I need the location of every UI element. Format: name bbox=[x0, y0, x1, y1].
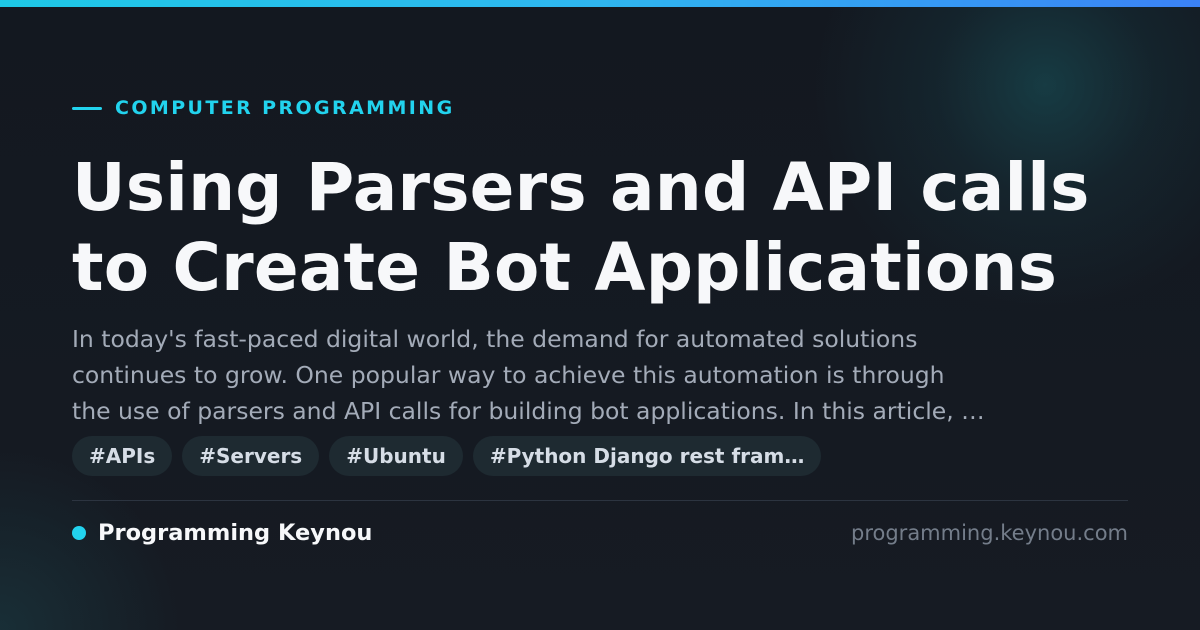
brand-dot-icon bbox=[72, 526, 86, 540]
tag-python-django[interactable]: #Python Django rest fram… bbox=[472, 436, 822, 476]
tag-ubuntu[interactable]: #Ubuntu bbox=[329, 436, 463, 476]
accent-top-bar bbox=[0, 0, 1200, 7]
article-excerpt: In today's fast-paced digital world, the… bbox=[72, 325, 985, 425]
site-domain[interactable]: programming.keynou.com bbox=[851, 518, 1128, 548]
tag-servers[interactable]: #Servers bbox=[182, 436, 320, 476]
tag-list: #APIs #Servers #Ubuntu #Python Django re… bbox=[72, 436, 822, 476]
article-title: Using Parsers and API calls to Create Bo… bbox=[72, 149, 1090, 306]
tag-apis[interactable]: #APIs bbox=[72, 436, 173, 476]
category-dash-icon bbox=[72, 106, 102, 110]
category-label: COMPUTER PROGRAMMING bbox=[115, 97, 455, 119]
category: COMPUTER PROGRAMMING bbox=[72, 96, 455, 120]
footer-divider bbox=[72, 500, 1128, 501]
share-card: COMPUTER PROGRAMMING Using Parsers and A… bbox=[0, 0, 1200, 630]
brand: Programming Keynou bbox=[72, 518, 372, 548]
brand-name: Programming Keynou bbox=[98, 520, 373, 546]
